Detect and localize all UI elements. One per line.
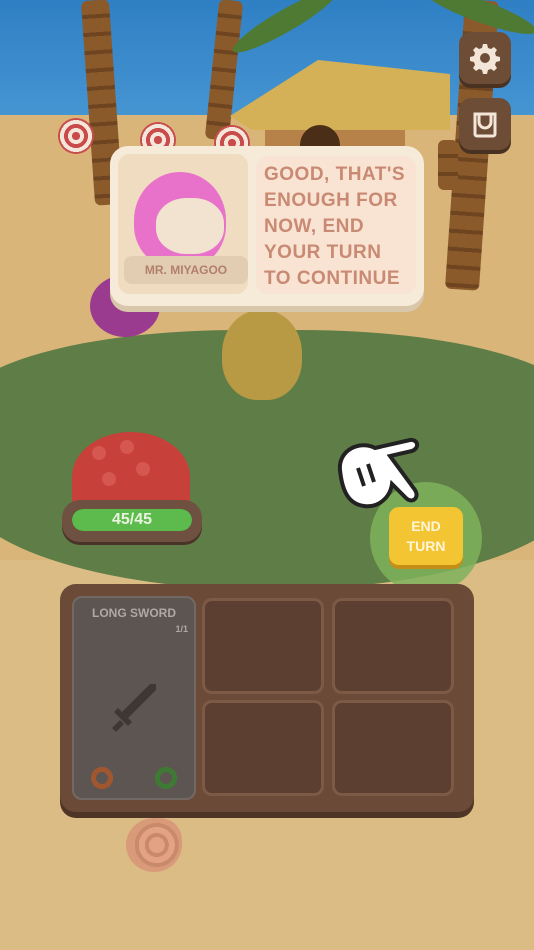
sword-icon xyxy=(112,684,156,732)
training-dummy[interactable] xyxy=(222,310,302,400)
health-bar-track: 45/45 xyxy=(72,509,192,531)
seashell xyxy=(126,818,182,872)
dialog-bubble: MR. MIYAGOO GOOD, THAT'S ENOUGH FOR NOW,… xyxy=(110,146,424,306)
archery-target xyxy=(58,118,94,154)
hero-spot xyxy=(120,440,134,454)
speaker-portrait: MR. MIYAGOO xyxy=(118,154,248,294)
card-left-badge-icon xyxy=(88,764,116,792)
gear-icon xyxy=(470,44,500,74)
inventory-panel: LONG SWORD 1/1 xyxy=(60,584,474,812)
item-card-title: LONG SWORD xyxy=(92,606,176,620)
health-text: 45/45 xyxy=(111,511,153,528)
tutorial-pointer-hand-icon xyxy=(337,437,419,509)
end-turn-label-line2: TURN xyxy=(406,538,446,554)
card-right-badge-icon xyxy=(152,764,180,792)
inventory-slot[interactable] xyxy=(202,598,324,694)
bag-icon xyxy=(473,112,497,138)
inventory-slot[interactable] xyxy=(202,700,324,796)
speaker-face xyxy=(156,198,224,254)
palm-trunk xyxy=(438,140,458,190)
hero-spot xyxy=(136,462,150,476)
inventory-slot[interactable] xyxy=(332,700,454,796)
item-card-count: 1/1 xyxy=(175,624,188,634)
dialog-message: GOOD, THAT'S ENOUGH FOR NOW, END YOUR TU… xyxy=(256,156,416,294)
inventory-bag-button[interactable] xyxy=(459,98,511,150)
item-card-long-sword[interactable]: LONG SWORD 1/1 xyxy=(72,596,196,800)
speaker-name: MR. MIYAGOO xyxy=(124,256,248,284)
inventory-slot[interactable] xyxy=(332,598,454,694)
settings-button[interactable] xyxy=(459,32,511,84)
hero-spot xyxy=(102,472,116,486)
hero-spot xyxy=(92,446,106,460)
health-bar: 45/45 xyxy=(62,500,202,542)
